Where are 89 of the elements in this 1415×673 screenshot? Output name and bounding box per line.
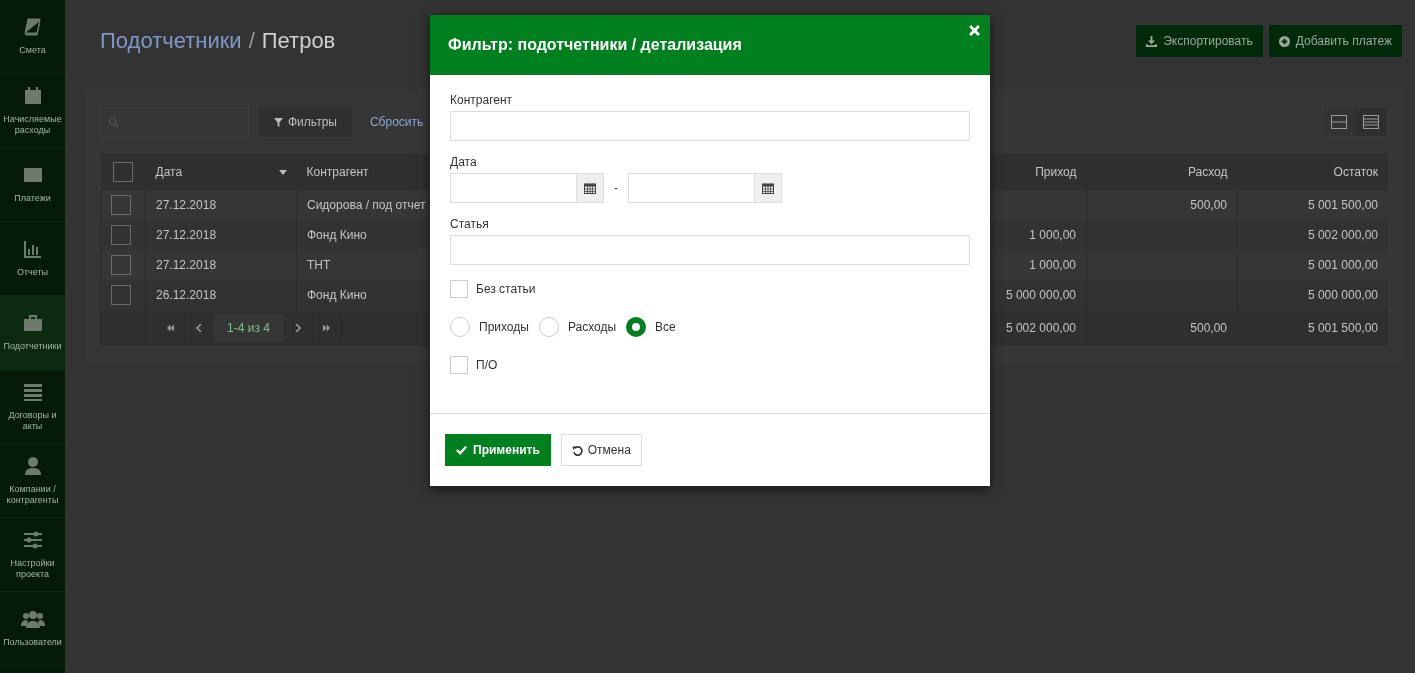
table-cell: 5 000 000,00 — [1005, 288, 1076, 302]
lines-icon — [1363, 115, 1379, 129]
field-label: Дата — [450, 155, 478, 169]
breadcrumb-separator: / — [248, 28, 255, 54]
calendar-icon — [584, 182, 596, 194]
radio-label: Все — [655, 320, 676, 334]
briefcase-icon — [22, 313, 43, 333]
view-toggle-button[interactable] — [1355, 108, 1387, 136]
sidebar-item[interactable]: Смета — [0, 0, 65, 74]
radio-label: Расходы — [567, 320, 617, 334]
sidebar-item[interactable]: Платежи — [0, 148, 65, 222]
date-from-field[interactable] — [450, 173, 576, 203]
column-header[interactable]: Приход — [1035, 165, 1077, 179]
total-cell: 500,00 — [1190, 321, 1227, 335]
date-separator: - — [614, 181, 618, 195]
row-checkbox[interactable] — [111, 225, 131, 245]
page-title: Петров — [261, 28, 336, 54]
counterparty-field[interactable] — [450, 111, 970, 141]
field-label: Статья — [450, 217, 490, 231]
sidebar-item[interactable]: Настройки проекта — [0, 518, 65, 592]
column-header[interactable]: Контрагент — [306, 165, 369, 179]
dialog-title: Фильтр: подотчетники / детализация — [448, 36, 742, 54]
first-page-icon — [166, 324, 175, 332]
table-cell: 26.12.2018 — [156, 288, 217, 302]
row-checkbox[interactable] — [111, 285, 131, 305]
row-checkbox[interactable] — [111, 195, 131, 215]
table-cell: 27.12.2018 — [156, 228, 217, 242]
last-page-icon — [321, 324, 331, 332]
radio-label: Приходы — [479, 320, 529, 334]
checkbox-label: П/О — [476, 358, 498, 372]
table-cell: ТНТ — [307, 258, 331, 272]
apply-button[interactable]: Применить — [445, 434, 551, 466]
sliders-icon — [22, 529, 43, 550]
select-all-checkbox[interactable] — [113, 162, 133, 182]
column-header[interactable]: Остаток — [1333, 165, 1378, 179]
plus-circle-icon — [1278, 35, 1290, 47]
prev-page-icon — [195, 324, 202, 332]
date-to-field[interactable] — [628, 173, 754, 203]
table-cell: 5 000 000,00 — [1307, 288, 1378, 302]
no-article-checkbox[interactable] — [450, 280, 468, 298]
article-field[interactable] — [450, 235, 970, 265]
calendar-icon — [22, 85, 43, 106]
add-payment-button[interactable]: Добавить платеж — [1268, 25, 1402, 57]
table-cell: 5 001 000,00 — [1307, 258, 1378, 272]
bar-chart-icon — [22, 239, 43, 259]
book-icon — [22, 17, 43, 37]
table-cell: 1 000,00 — [1029, 228, 1076, 242]
total-cell: 5 002 000,00 — [1005, 321, 1076, 335]
total-cell: 5 001 500,00 — [1307, 321, 1378, 335]
filter-icon — [274, 117, 283, 127]
calendar-button[interactable] — [576, 173, 604, 203]
sidebar-item[interactable]: Компании / контрагенты — [0, 444, 65, 518]
filters-button[interactable]: Фильтры — [259, 107, 352, 137]
close-button[interactable] — [969, 25, 980, 36]
users-icon — [20, 609, 45, 629]
table-cell: 5 001 500,00 — [1307, 198, 1378, 212]
cancel-button[interactable]: Отмена — [560, 434, 642, 466]
table-cell: 1 000,00 — [1029, 258, 1076, 272]
field-label: Контрагент — [450, 93, 514, 107]
export-button[interactable]: Экспортировать — [1136, 25, 1263, 57]
list-icon — [22, 381, 43, 402]
reset-link[interactable]: Сбросить — [369, 115, 424, 129]
po-checkbox[interactable] — [450, 356, 468, 374]
row-checkbox[interactable] — [111, 255, 131, 275]
sidebar-item[interactable]: Договоры и акты — [0, 370, 65, 444]
table-cell: Фонд Кино — [307, 228, 367, 242]
sidebar-item[interactable]: Начисляемые расходы — [0, 74, 65, 148]
undo-icon — [571, 444, 583, 456]
page-info: 1-4 из 4 — [213, 314, 285, 342]
table-cell: 500,00 — [1190, 198, 1227, 212]
calendar-icon — [762, 182, 774, 194]
user-icon — [22, 455, 43, 476]
table-cell: 27.12.2018 — [156, 258, 217, 272]
table-cell: Фонд Кино — [307, 288, 367, 302]
check-icon — [456, 445, 467, 455]
sidebar-item[interactable]: Подотчетники — [0, 296, 65, 370]
radio-button[interactable] — [626, 317, 647, 337]
split-rows-icon — [1331, 115, 1347, 129]
download-icon — [1146, 35, 1158, 47]
calendar-button[interactable] — [754, 173, 782, 203]
table-cell: 27.12.2018 — [156, 198, 217, 212]
breadcrumb-link[interactable]: Подотчетники — [100, 28, 242, 54]
checkbox-label: Без статьи — [476, 282, 536, 296]
next-page-icon — [295, 324, 302, 332]
close-icon — [969, 25, 980, 36]
sidebar-item[interactable]: Пользователи — [0, 592, 65, 666]
column-header[interactable]: Расход — [1187, 165, 1228, 179]
table-cell: 5 002 000,00 — [1307, 228, 1378, 242]
table-cell: Сидорова / под отчет — [307, 198, 426, 212]
